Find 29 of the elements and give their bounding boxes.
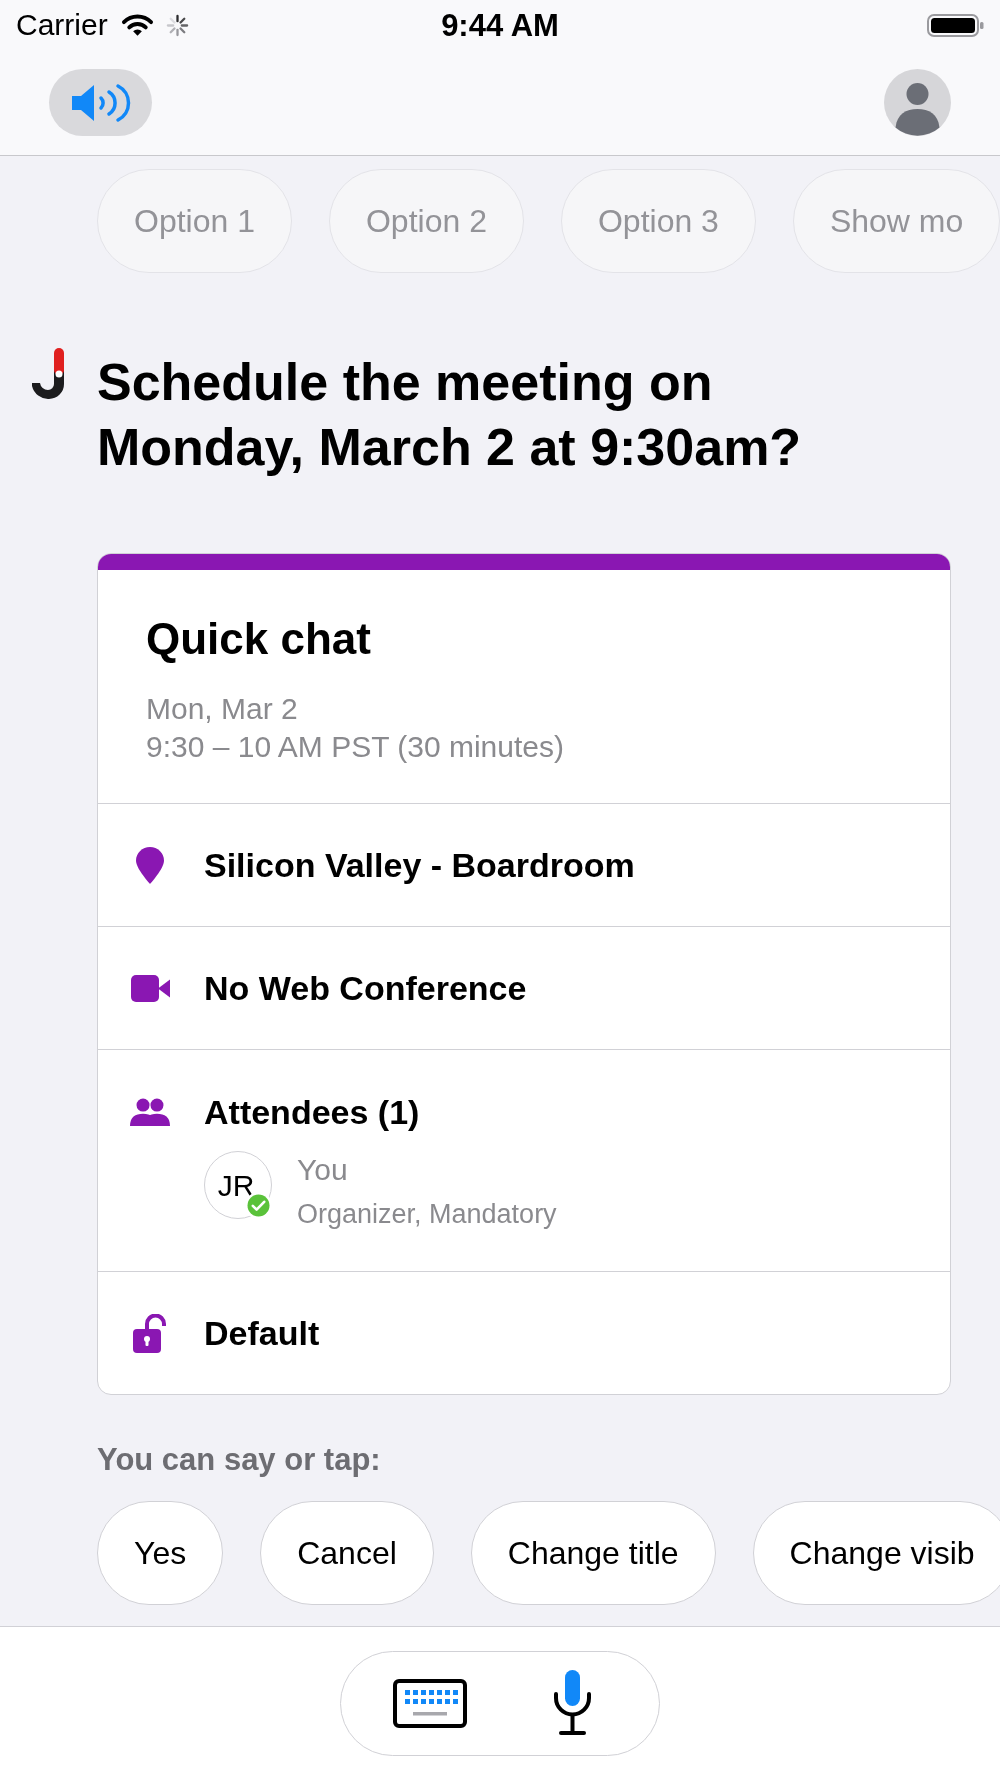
- location-pin-icon: [136, 846, 164, 884]
- carrier-label: Carrier: [16, 10, 108, 40]
- suggestion-chip[interactable]: Change title: [470, 1501, 716, 1605]
- attendees-heading: Attendees (1): [204, 1092, 420, 1132]
- people-icon: [130, 1096, 170, 1128]
- visibility-label: Default: [204, 1313, 320, 1353]
- battery-icon: [927, 13, 984, 37]
- video-camera-icon: [130, 974, 170, 1002]
- location-label: Silicon Valley - Boardroom: [204, 845, 635, 885]
- speaker-icon: [69, 82, 132, 123]
- activity-spinner-icon: [165, 13, 189, 37]
- wifi-icon: [120, 13, 154, 37]
- event-title: Quick chat: [146, 613, 372, 665]
- attendee-role: Organizer, Mandatory: [297, 1198, 557, 1231]
- keyboard-icon[interactable]: [393, 1679, 467, 1728]
- question-text: Schedule the meeting on Monday, March 2 at 9:30am?: [97, 352, 803, 478]
- status-time: 9:44 AM: [441, 9, 559, 41]
- attendee-name: You: [297, 1152, 349, 1188]
- suggestion-prompt: You can say or tap:: [97, 1441, 381, 1479]
- event-date: Mon, Mar 2: [146, 691, 299, 727]
- profile-avatar-icon[interactable]: [884, 69, 951, 136]
- suggestion-chip[interactable]: Change visib: [752, 1501, 1000, 1605]
- suggestion-chip[interactable]: Yes: [97, 1501, 224, 1605]
- conference-label: No Web Conference: [204, 968, 527, 1008]
- suggestion-chip[interactable]: Cancel: [260, 1501, 434, 1605]
- unlocked-padlock-icon: [132, 1313, 168, 1353]
- event-time: 9:30 – 10 AM PST (30 minutes): [146, 729, 565, 765]
- microphone-icon[interactable]: [553, 1670, 592, 1737]
- logo-icon: [32, 348, 64, 399]
